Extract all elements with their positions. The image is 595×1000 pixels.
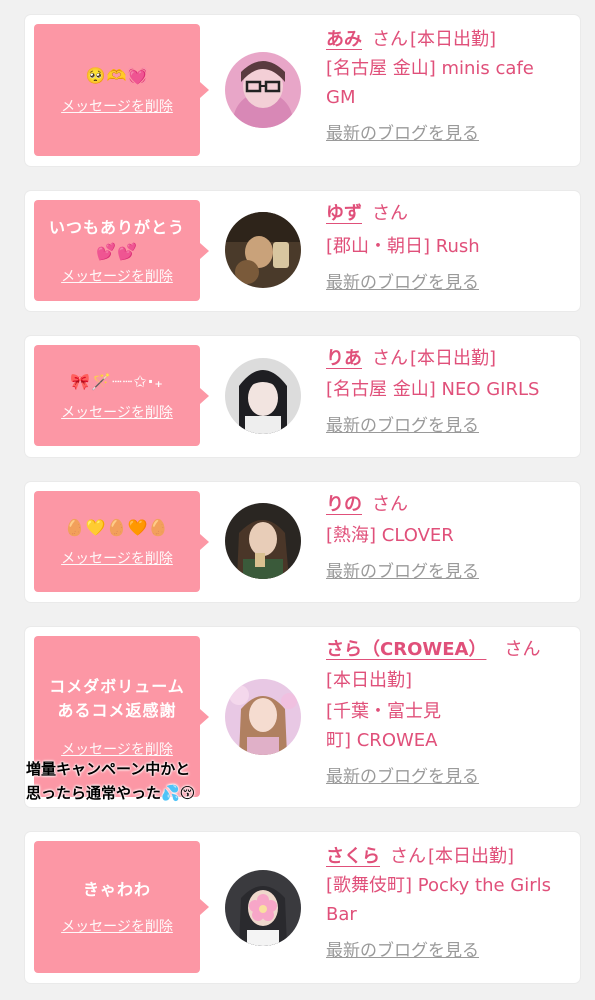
delete-message-link[interactable]: メッセージを削除 bbox=[61, 402, 173, 422]
attendance-status: [本日出勤] bbox=[410, 29, 497, 50]
overlay-caption: 増量キャンペーン中かと 思ったら通常やった💦😚 bbox=[26, 760, 196, 802]
delete-message-link[interactable]: メッセージを削除 bbox=[61, 266, 173, 286]
shop-name: [熱海] CLOVER bbox=[326, 525, 454, 546]
message-text: いつもありがとう 💕💕 bbox=[48, 217, 185, 261]
message-card: 🥺🫶💓 メッセージを削除 あみ さん [本日出勤] [名古屋 金山] minis c… bbox=[25, 15, 580, 166]
shop-name: [郡山・朝日] Rush bbox=[326, 236, 480, 257]
message-bubble: いつもありがとう 💕💕 メッセージを削除 bbox=[34, 200, 209, 301]
cast-info: さら（CROWEA） さん [本日出勤] [千葉・富士見町] CROWEA 最新の… bbox=[326, 635, 562, 792]
avatar[interactable] bbox=[225, 503, 301, 579]
attendance-status: [本日出勤] bbox=[428, 846, 515, 867]
shop-name: [名古屋 金山] minis cafe GM bbox=[326, 58, 534, 108]
latest-blog-link[interactable]: 最新のブログを見る bbox=[326, 558, 566, 587]
cast-name-link[interactable]: りの bbox=[326, 494, 362, 515]
avatar[interactable] bbox=[225, 679, 301, 755]
honorific: さん bbox=[372, 348, 408, 369]
shop-name: [千葉・富士見町] CROWEA bbox=[326, 701, 442, 751]
cast-info: さくら さん [本日出勤] [歌舞伎町] Pocky the Girls Bar 最… bbox=[326, 842, 566, 966]
message-text: 🥚💛🥚🧡🥚 bbox=[64, 517, 170, 537]
honorific: さん bbox=[504, 639, 541, 660]
message-card: いつもありがとう 💕💕 メッセージを削除 ゆず さん [郡山・朝日] Rush 最… bbox=[25, 191, 580, 311]
cast-name-link[interactable]: さくら bbox=[326, 846, 380, 867]
message-card: 🥚💛🥚🧡🥚 メッセージを削除 りの さん [熱海] CLOVER 最新のブログを見… bbox=[25, 482, 580, 602]
cast-name-link[interactable]: りあ bbox=[326, 348, 362, 369]
honorific: さん bbox=[372, 29, 408, 50]
cast-info: あみ さん [本日出勤] [名古屋 金山] minis cafe GM 最新のブログ… bbox=[326, 25, 566, 149]
latest-blog-link[interactable]: 最新のブログを見る bbox=[326, 120, 566, 149]
latest-blog-link[interactable]: 最新のブログを見る bbox=[326, 269, 566, 298]
delete-message-link[interactable]: メッセージを削除 bbox=[61, 916, 173, 936]
delete-message-link[interactable]: メッセージを削除 bbox=[61, 739, 173, 759]
cast-info: りの さん [熱海] CLOVER 最新のブログを見る bbox=[326, 490, 566, 587]
cast-info: ゆず さん [郡山・朝日] Rush 最新のブログを見る bbox=[326, 199, 566, 298]
message-bubble: 🥚💛🥚🧡🥚 メッセージを削除 bbox=[34, 491, 209, 592]
delete-message-link[interactable]: メッセージを削除 bbox=[61, 96, 173, 116]
attendance-status: [本日出勤] bbox=[326, 670, 413, 691]
message-text: コメダボリューム あるコメ返感謝 bbox=[49, 676, 185, 720]
message-card: きゃわわ メッセージを削除 さくら さん [本日出勤] [歌舞伎町] Pocky t… bbox=[25, 832, 580, 983]
avatar[interactable] bbox=[225, 358, 301, 434]
cast-name-link[interactable]: さら（CROWEA） bbox=[326, 639, 486, 660]
honorific: さん bbox=[372, 203, 408, 224]
cast-name-link[interactable]: あみ bbox=[326, 29, 362, 50]
latest-blog-link[interactable]: 最新のブログを見る bbox=[326, 763, 562, 792]
message-text: きゃわわ bbox=[82, 880, 151, 899]
avatar[interactable] bbox=[225, 870, 301, 946]
attendance-status: [本日出勤] bbox=[410, 348, 497, 369]
cast-name-link[interactable]: ゆず bbox=[326, 203, 362, 224]
message-bubble: 🎀🪄┈┈✩‧₊ メッセージを削除 bbox=[34, 345, 209, 446]
message-bubble: きゃわわ メッセージを削除 bbox=[34, 841, 209, 973]
honorific: さん bbox=[372, 494, 408, 515]
latest-blog-link[interactable]: 最新のブログを見る bbox=[326, 937, 566, 966]
message-text: 🥺🫶💓 bbox=[85, 66, 149, 85]
avatar[interactable] bbox=[225, 212, 301, 288]
shop-name: [名古屋 金山] NEO GIRLS bbox=[326, 379, 540, 400]
shop-name: [歌舞伎町] Pocky the Girls Bar bbox=[326, 875, 552, 925]
message-bubble: 🥺🫶💓 メッセージを削除 bbox=[34, 24, 209, 156]
latest-blog-link[interactable]: 最新のブログを見る bbox=[326, 412, 566, 441]
honorific: さん bbox=[390, 846, 426, 867]
avatar[interactable] bbox=[225, 52, 301, 128]
message-card: 🎀🪄┈┈✩‧₊ メッセージを削除 りあ さん [本日出勤] [名古屋 金山] NEO… bbox=[25, 336, 580, 457]
cast-info: りあ さん [本日出勤] [名古屋 金山] NEO GIRLS 最新のブログを見る bbox=[326, 344, 566, 441]
message-text: 🎀🪄┈┈✩‧₊ bbox=[70, 371, 164, 391]
delete-message-link[interactable]: メッセージを削除 bbox=[61, 548, 173, 568]
